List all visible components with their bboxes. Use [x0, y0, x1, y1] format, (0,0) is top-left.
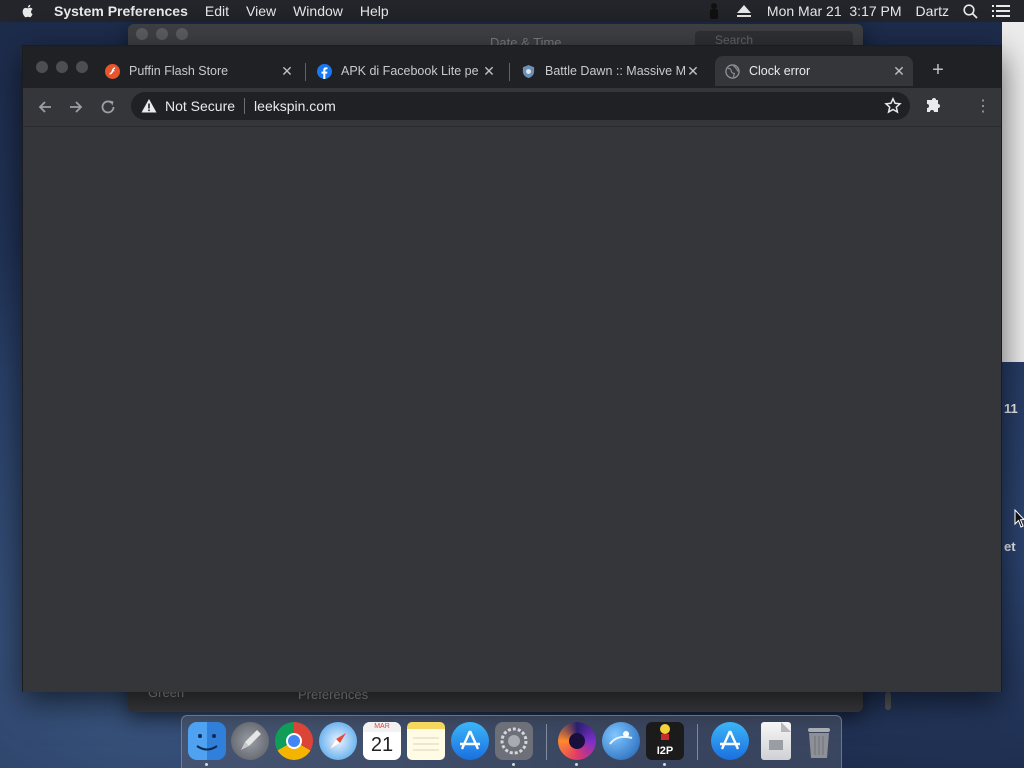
- dock: MAR 21 I2P: [181, 715, 842, 768]
- i2p-icon[interactable]: I2P: [646, 722, 684, 760]
- menubar-clock[interactable]: Mon Mar 21 3:17 PM: [767, 3, 902, 19]
- menu-bar: System Preferences Edit View Window Help…: [0, 0, 1024, 22]
- reload-icon[interactable]: [98, 97, 118, 117]
- tab-battle-dawn[interactable]: Battle Dawn :: Massive M ✕: [521, 56, 707, 86]
- tab-separator: [305, 63, 306, 81]
- document-icon[interactable]: [761, 722, 791, 760]
- zoom-window-icon[interactable]: [176, 28, 188, 40]
- tab-separator: [509, 63, 510, 81]
- system-preferences-running-dot: [512, 763, 515, 766]
- tab-puffin-flash-store[interactable]: Puffin Flash Store ✕: [105, 56, 301, 86]
- safari-icon[interactable]: [319, 722, 357, 760]
- dock-separator: [697, 724, 698, 760]
- system-preferences-scrollbar[interactable]: [885, 692, 891, 710]
- close-tab-icon[interactable]: ✕: [279, 63, 295, 79]
- chrome-menu-icon[interactable]: ⋮: [975, 97, 991, 117]
- app-store-downloads-icon[interactable]: [711, 722, 749, 760]
- tab-title: Puffin Flash Store: [129, 64, 229, 78]
- security-status-label[interactable]: Not Secure: [165, 98, 235, 114]
- menu-window[interactable]: Window: [293, 3, 343, 19]
- browser-zoom-icon[interactable]: [76, 61, 88, 73]
- launchpad-icon[interactable]: [231, 722, 269, 760]
- menubar-user[interactable]: Dartz: [916, 3, 949, 19]
- calendar-month: MAR: [363, 722, 401, 732]
- calendar-day: 21: [370, 734, 394, 756]
- app-store-icon[interactable]: [451, 722, 489, 760]
- extensions-puzzle-icon[interactable]: [924, 97, 942, 115]
- flash-icon: [105, 63, 120, 79]
- chrome-browser-window: Puffin Flash Store ✕ APK di Facebook Lit…: [22, 45, 1002, 692]
- browser-traffic-lights: [36, 61, 88, 73]
- dock-separator: [546, 724, 547, 760]
- browser-toolbar: Not Secure leekspin.com ⋮: [23, 88, 1001, 126]
- mouse-cursor-icon: [1014, 509, 1024, 528]
- minimize-window-icon[interactable]: [156, 28, 168, 40]
- firefox-nightly-icon[interactable]: [558, 722, 596, 760]
- page-content-area[interactable]: [23, 126, 1001, 692]
- new-tab-button[interactable]: +: [928, 60, 948, 80]
- close-tab-icon[interactable]: ✕: [891, 63, 907, 79]
- facebook-icon: [317, 63, 332, 79]
- i2p-running-dot: [663, 763, 666, 766]
- background-window-text-1: 11: [1004, 401, 1018, 416]
- finder-icon[interactable]: [188, 722, 226, 760]
- menu-edit[interactable]: Edit: [205, 3, 229, 19]
- tab-title: Battle Dawn :: Massive M: [545, 64, 685, 78]
- trash-icon[interactable]: [800, 722, 838, 760]
- warning-icon[interactable]: [141, 98, 157, 114]
- tab-apk-facebook-lite[interactable]: APK di Facebook Lite pe ✕: [317, 56, 503, 86]
- eject-icon[interactable]: [736, 5, 751, 17]
- globe-icon: [725, 63, 740, 79]
- system-preferences-traffic-lights: [136, 28, 188, 40]
- tab-title: Clock error: [749, 64, 811, 78]
- close-tab-icon[interactable]: ✕: [481, 63, 497, 79]
- system-preferences-icon[interactable]: [495, 722, 533, 760]
- menu-app-name[interactable]: System Preferences: [54, 3, 188, 19]
- tab-clock-error[interactable]: Clock error ✕: [715, 56, 913, 86]
- background-window-edge: [1002, 22, 1024, 362]
- url-text[interactable]: leekspin.com: [254, 98, 336, 114]
- menubar-status-area: Mon Mar 21 3:17 PM Dartz: [707, 0, 1024, 22]
- notification-center-icon[interactable]: [992, 4, 1010, 18]
- close-tab-icon[interactable]: ✕: [685, 63, 701, 79]
- bookmark-star-icon[interactable]: [884, 97, 902, 115]
- omnibox-separator: [244, 98, 246, 114]
- spotlight-search-icon[interactable]: [963, 3, 978, 19]
- notes-icon[interactable]: [407, 722, 445, 760]
- tab-strip: Puffin Flash Store ✕ APK di Facebook Lit…: [23, 46, 1001, 88]
- background-window-text-2: et: [1004, 539, 1016, 554]
- finder-running-dot: [205, 763, 208, 766]
- shield-icon: [522, 64, 535, 78]
- menu-help[interactable]: Help: [360, 3, 389, 19]
- tab-title: APK di Facebook Lite pe: [341, 64, 479, 78]
- forward-icon[interactable]: [66, 97, 86, 117]
- browser-close-icon[interactable]: [36, 61, 48, 73]
- back-icon[interactable]: [35, 97, 55, 117]
- address-bar[interactable]: Not Secure leekspin.com: [131, 92, 910, 120]
- i2p-status-icon[interactable]: [707, 2, 721, 20]
- chrome-icon[interactable]: [275, 722, 313, 760]
- i2p-label: I2P: [656, 745, 674, 757]
- calendar-icon[interactable]: MAR 21: [363, 722, 401, 760]
- browser-minimize-icon[interactable]: [56, 61, 68, 73]
- close-window-icon[interactable]: [136, 28, 148, 40]
- menu-view[interactable]: View: [246, 3, 276, 19]
- network-radar-icon[interactable]: [602, 722, 640, 760]
- apple-icon[interactable]: [20, 3, 36, 19]
- firefox-running-dot: [575, 763, 578, 766]
